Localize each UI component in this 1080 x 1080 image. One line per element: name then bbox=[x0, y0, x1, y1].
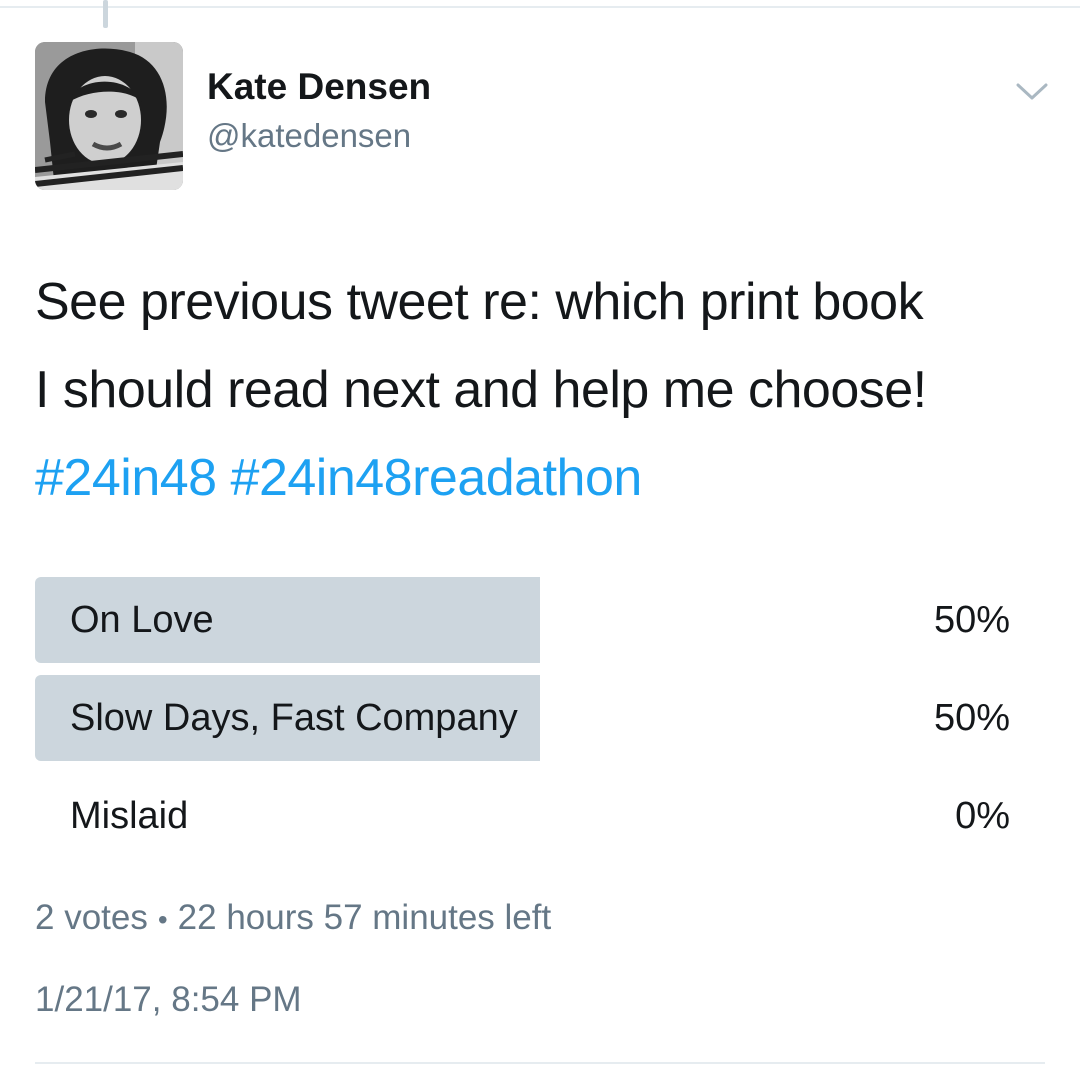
tweet-timestamp[interactable]: 1/21/17, 8:54 PM bbox=[35, 980, 302, 1020]
separator-dot: • bbox=[157, 904, 168, 935]
tweet-text: See previous tweet re: which print book … bbox=[35, 258, 1055, 522]
poll-option[interactable]: Slow Days, Fast Company 50% bbox=[35, 675, 1045, 761]
hashtag-link[interactable]: #24in48readathon bbox=[231, 449, 643, 507]
poll-time-left: 22 hours 57 minutes left bbox=[177, 898, 552, 937]
poll-option-label: Slow Days, Fast Company bbox=[70, 697, 518, 739]
bottom-divider bbox=[35, 1062, 1045, 1064]
poll-meta: 2 votes • 22 hours 57 minutes left bbox=[35, 898, 551, 938]
hashtag-link[interactable]: #24in48 bbox=[35, 449, 217, 507]
chevron-down-icon[interactable] bbox=[1012, 76, 1052, 106]
poll-option-label: On Love bbox=[70, 599, 214, 641]
tweet-text-line: See previous tweet re: which print book bbox=[35, 273, 924, 331]
tweet-text-line: I should read next and help me choose! bbox=[35, 361, 927, 419]
poll-option-percent: 50% bbox=[933, 599, 1010, 641]
display-name[interactable]: Kate Densen bbox=[207, 66, 431, 108]
poll-option-percent: 50% bbox=[933, 697, 1010, 739]
poll-option[interactable]: On Love 50% bbox=[35, 577, 1045, 663]
avatar[interactable] bbox=[35, 42, 183, 190]
poll: On Love 50% Slow Days, Fast Company 50% … bbox=[35, 577, 1045, 871]
thread-connector-line bbox=[103, 0, 108, 28]
top-divider bbox=[0, 6, 1080, 8]
poll-option-label: Mislaid bbox=[70, 795, 189, 837]
poll-option-percent: 0% bbox=[955, 795, 1010, 837]
poll-option[interactable]: Mislaid 0% bbox=[35, 773, 1045, 859]
user-handle[interactable]: @katedensen bbox=[207, 117, 411, 155]
profile-photo-icon bbox=[35, 42, 183, 190]
hashtag-line: #24in48 #24in48readathon bbox=[35, 434, 1055, 522]
poll-vote-count: 2 votes bbox=[35, 898, 148, 937]
